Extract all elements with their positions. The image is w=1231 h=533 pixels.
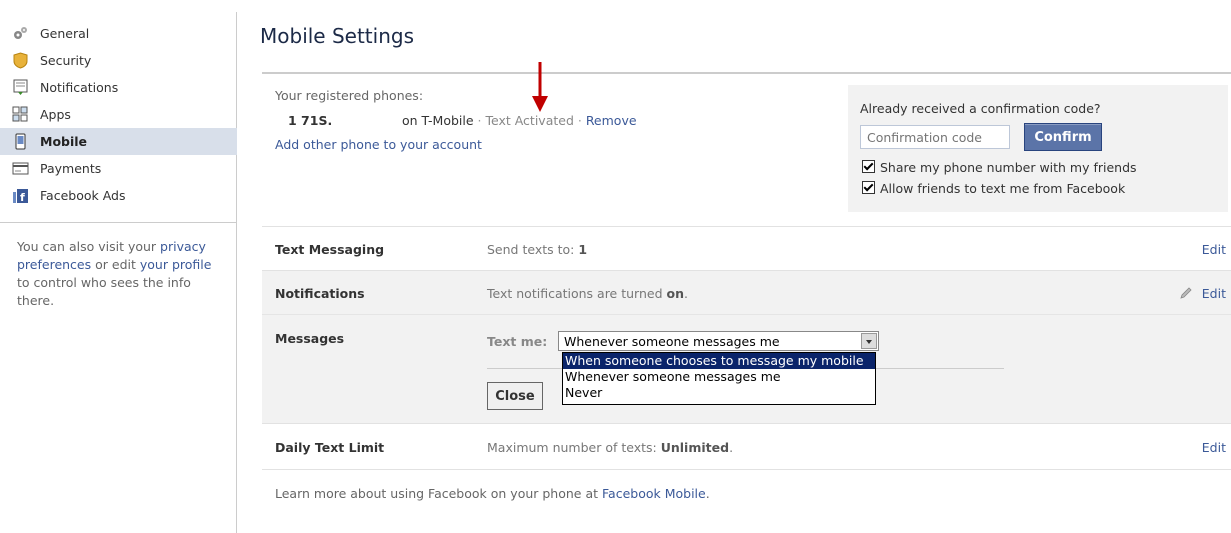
sidebar-item-label: Apps (40, 107, 71, 122)
svg-text:f: f (20, 191, 25, 204)
desc-text: Send texts to: (487, 242, 579, 257)
confirm-button[interactable]: Confirm (1024, 123, 1102, 151)
setting-row-daily-text-limit: Daily Text Limit Maximum number of texts… (262, 423, 1231, 470)
allow-text-checkbox[interactable] (862, 181, 875, 194)
confirmation-panel: Already received a confirmation code? Co… (848, 85, 1228, 212)
phone-entry: 1 71S. on T-Mobile · Text Activated · Re… (288, 113, 637, 128)
desc-text: . (729, 440, 734, 455)
desc-text: Maximum number of texts: (487, 440, 661, 455)
dropdown-option[interactable]: When someone chooses to message my mobil… (563, 353, 875, 369)
sidebar-item-facebook-ads[interactable]: f Facebook Ads (0, 182, 237, 209)
allow-text-option[interactable]: Allow friends to text me from Facebook (862, 180, 1125, 198)
facebook-ads-icon: f (13, 189, 28, 204)
sidebar-item-label: Notifications (40, 80, 119, 95)
setting-description: Maximum number of texts: Unlimited. (487, 440, 733, 455)
desc-value: on (666, 286, 685, 301)
text-me-dropdown-list: When someone chooses to message my mobil… (562, 352, 876, 405)
setting-label: Daily Text Limit (275, 440, 385, 455)
edit-text-messaging-link[interactable]: Edit (1202, 242, 1226, 257)
close-button[interactable]: Close (487, 382, 543, 410)
sidebar-item-label: Security (40, 53, 92, 68)
sidebar-item-general[interactable]: General (0, 20, 237, 47)
setting-label: Notifications (275, 286, 365, 301)
credit-card-icon (12, 162, 29, 175)
sidebar-item-label: General (40, 26, 90, 41)
setting-row-notifications: Notifications Text notifications are tur… (262, 270, 1231, 315)
dropdown-option[interactable]: Whenever someone messages me (563, 369, 875, 385)
settings-sidebar: General Security Notifications Apps Mobi… (0, 20, 237, 209)
page-title: Mobile Settings (260, 24, 414, 48)
shield-icon (13, 52, 28, 69)
sidebar-item-apps[interactable]: Apps (0, 101, 237, 128)
note-text: to control who sees the info there. (17, 275, 191, 308)
title-divider (262, 72, 1231, 74)
confirmation-code-input[interactable] (860, 125, 1010, 149)
edit-notifications-link[interactable]: Edit (1202, 286, 1226, 301)
desc-text: Text notifications are turned (487, 286, 667, 301)
mobile-phone-icon (15, 133, 26, 150)
registered-phones-label: Your registered phones: (275, 88, 424, 103)
share-phone-option[interactable]: Share my phone number with my friends (862, 159, 1137, 177)
your-profile-link[interactable]: your profile (140, 257, 212, 272)
desc-value: Unlimited (660, 440, 730, 455)
gear-icon (14, 27, 27, 39)
dropdown-option[interactable]: Never (563, 385, 875, 401)
checkbox-label: Share my phone number with my friends (880, 160, 1137, 175)
facebook-mobile-link[interactable]: Facebook Mobile (602, 486, 706, 501)
notifications-icon (13, 79, 28, 95)
phone-details: on T-Mobile · Text Activated · Remove (402, 113, 637, 128)
sidebar-divider (0, 222, 237, 223)
learn-more-suffix: . (705, 486, 710, 501)
edit-daily-limit-link[interactable]: Edit (1202, 440, 1226, 455)
share-phone-checkbox[interactable] (862, 160, 875, 173)
setting-description: Send texts to: 1 (487, 242, 587, 257)
text-me-select[interactable]: Whenever someone messages me (558, 331, 879, 351)
carrier-text: on T-Mobile (402, 113, 474, 128)
note-text: or edit (91, 257, 140, 272)
learn-more-text: Learn more about using Facebook on your … (275, 486, 710, 501)
sidebar-item-notifications[interactable]: Notifications (0, 74, 237, 101)
note-text: You can also visit your (17, 239, 161, 254)
text-me-label: Text me: (487, 334, 548, 349)
desc-text: . (684, 286, 688, 301)
confirmation-question: Already received a confirmation code? (860, 101, 1101, 116)
pencil-icon (1180, 287, 1192, 299)
sidebar-item-label: Mobile (40, 134, 88, 149)
setting-label: Text Messaging (275, 242, 385, 257)
sidebar-item-label: Payments (40, 161, 102, 176)
selected-value: Whenever someone messages me (564, 334, 780, 349)
add-phone-link[interactable]: Add other phone to your account (275, 137, 482, 152)
chevron-down-icon[interactable] (861, 333, 877, 349)
red-arrow-annotation (532, 62, 548, 112)
sidebar-item-security[interactable]: Security (0, 47, 237, 74)
phone-status: Text Activated (485, 113, 574, 128)
learn-more-row: Learn more about using Facebook on your … (262, 469, 1231, 516)
desc-value: 1 (578, 242, 588, 257)
phone-number: 1 71S. (288, 113, 333, 128)
checkbox-label: Allow friends to text me from Facebook (880, 181, 1126, 196)
learn-more-prefix: Learn more about using Facebook on your … (275, 486, 602, 501)
remove-phone-link[interactable]: Remove (586, 113, 637, 128)
setting-row-text-messaging: Text Messaging Send texts to: 1 Edit (262, 226, 1231, 271)
sidebar-item-payments[interactable]: Payments (0, 155, 237, 182)
sidebar-note: You can also visit your privacy preferen… (17, 238, 222, 310)
apps-icon (12, 106, 28, 122)
sidebar-item-label: Facebook Ads (40, 188, 126, 203)
setting-description: Text notifications are turned on. (487, 286, 688, 301)
sidebar-item-mobile[interactable]: Mobile (0, 128, 237, 155)
setting-label: Messages (275, 331, 345, 346)
setting-row-messages: Messages Text me: Whenever someone messa… (262, 314, 1231, 423)
